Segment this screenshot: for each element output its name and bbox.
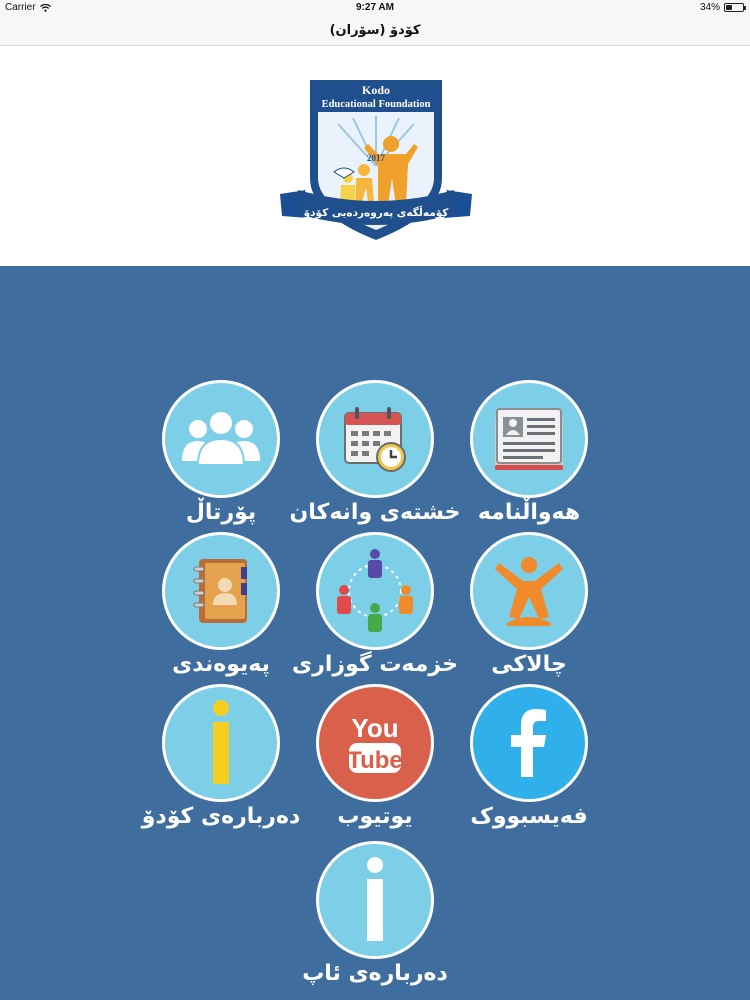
- tile-label: خزمەت گوزاری: [292, 652, 458, 677]
- tile-label: دەربارەی کۆدۆ: [141, 804, 301, 829]
- tile-label: خشتەی وانەکان: [289, 500, 461, 525]
- tile-services[interactable]: خزمەت گوزاری: [290, 532, 460, 682]
- info-yellow-icon: [213, 700, 229, 784]
- clock: 9:27 AM: [356, 2, 394, 13]
- tile-label: دەربارەی ئاپ: [302, 961, 448, 986]
- network-people-icon: [337, 549, 413, 632]
- people-group-icon: [182, 410, 260, 466]
- logo-banner-text: کۆمەڵگەی پەروەردەیی کۆدۆ: [303, 206, 450, 219]
- navigation-bar: کۆدۆ (سۆران): [0, 16, 750, 46]
- tile-icon-circle: [316, 532, 434, 650]
- battery-indicator: 34%: [699, 2, 746, 13]
- contact-book-icon: [193, 559, 247, 623]
- battery-percent: 34%: [699, 2, 720, 13]
- tile-icon-circle: [470, 532, 588, 650]
- tile-label: فەیسبووک: [470, 804, 588, 829]
- logo-year: 2017: [367, 153, 386, 163]
- tile-about-app[interactable]: دەربارەی ئاپ: [290, 841, 460, 991]
- activity-person-icon: [495, 557, 563, 626]
- tile-label: چالاکی: [491, 652, 567, 677]
- tile-icon-circle: [162, 380, 280, 498]
- tile-icon-circle: You Tube: [316, 684, 434, 802]
- tile-icon-circle: [162, 684, 280, 802]
- tile-activities[interactable]: چالاکی: [444, 532, 614, 682]
- kodo-logo: Kodo Educational Foundation 2017 کۆمەڵگە…: [280, 80, 472, 240]
- main-menu: هەواڵنامە خشتەی وانەکان پۆرتاڵ چالاکی خز…: [0, 266, 750, 1000]
- tile-icon-circle: [162, 532, 280, 650]
- header-area: Kodo Educational Foundation 2017 کۆمەڵگە…: [0, 47, 750, 266]
- battery-level: [726, 5, 732, 10]
- calendar-clock-icon: [344, 407, 406, 472]
- info-white-icon: [367, 857, 383, 941]
- tile-label: پۆرتاڵ: [185, 500, 257, 525]
- tile-icon-circle: [316, 380, 434, 498]
- tile-contact[interactable]: پەیوەندی: [136, 532, 306, 682]
- logo-title: Kodo: [362, 83, 390, 97]
- tile-label: پەیوەندی: [172, 652, 270, 677]
- logo-subtitle: Educational Foundation: [322, 99, 431, 110]
- page-title: کۆدۆ (سۆران): [329, 23, 421, 38]
- tile-newsletter[interactable]: هەواڵنامە: [444, 380, 614, 530]
- tile-icon-circle: [470, 380, 588, 498]
- youtube-icon: You Tube: [347, 713, 403, 774]
- youtube-you-text: You: [351, 713, 398, 743]
- tile-label: هەواڵنامە: [477, 500, 581, 525]
- tile-portal[interactable]: پۆرتاڵ: [136, 380, 306, 530]
- status-bar: Carrier 9:27 AM 34%: [0, 0, 750, 16]
- tile-youtube[interactable]: You Tube یوتیوب: [290, 684, 460, 834]
- tile-icon-circle: [316, 841, 434, 959]
- battery-icon: [724, 3, 746, 12]
- tile-about-kodo[interactable]: دەربارەی کۆدۆ: [136, 684, 306, 834]
- newspaper-icon: [495, 408, 563, 470]
- youtube-tube-text: Tube: [347, 747, 403, 774]
- facebook-icon: [511, 709, 546, 777]
- tile-icon-circle: [470, 684, 588, 802]
- tile-label: یوتیوب: [337, 804, 413, 829]
- tile-class-schedule[interactable]: خشتەی وانەکان: [289, 380, 461, 530]
- tile-facebook[interactable]: فەیسبووک: [444, 684, 614, 834]
